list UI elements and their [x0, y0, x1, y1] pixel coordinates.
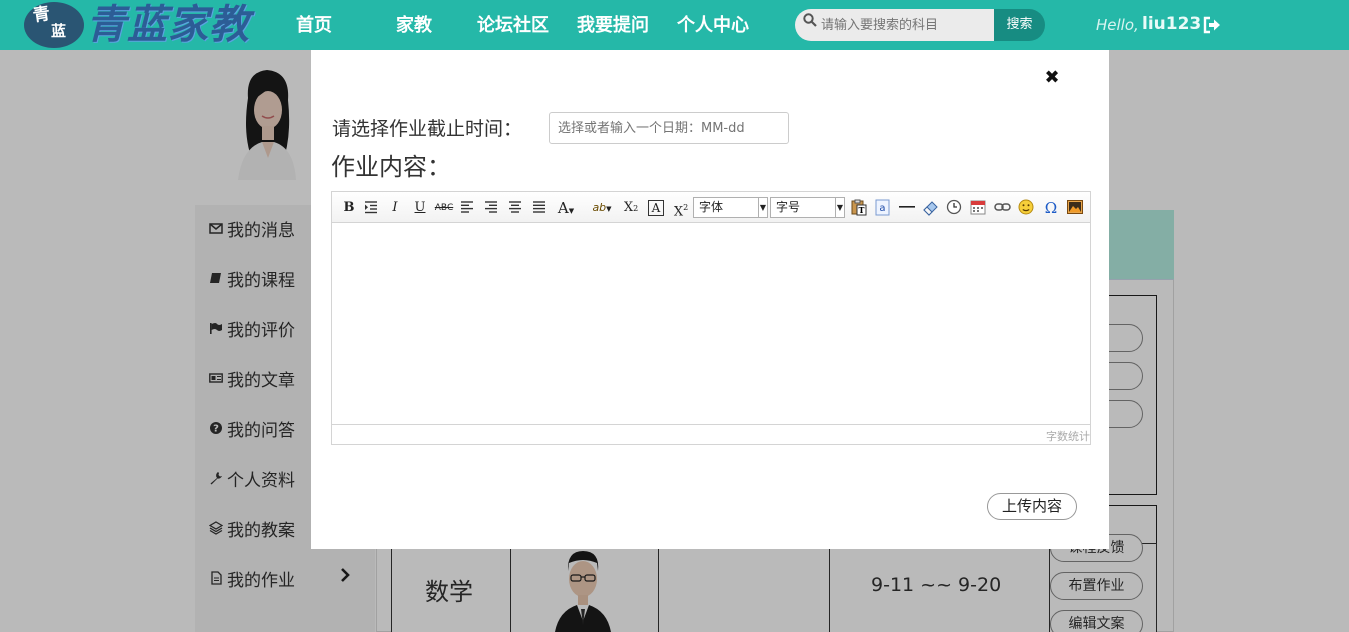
logout-icon[interactable] — [1203, 16, 1221, 34]
calendar-icon[interactable] — [970, 198, 986, 215]
paste-text-icon[interactable]: T — [851, 199, 867, 216]
nav-profile[interactable]: 个人中心 — [677, 14, 749, 38]
editor-toolbar: B I U ABC A▼ ab▼ X2 A X2 字体 ▼ 字号 ▼ T a Ω — [332, 192, 1090, 223]
svg-text:T: T — [859, 205, 865, 215]
search-box — [795, 9, 995, 41]
underline-icon[interactable]: U — [412, 198, 428, 218]
chevron-down-icon: ▼ — [758, 198, 767, 217]
deadline-date-input[interactable] — [549, 112, 789, 144]
font-color-icon[interactable]: A▼ — [554, 198, 578, 218]
search-icon — [803, 13, 817, 27]
align-right-icon[interactable] — [484, 201, 498, 213]
subscript-icon[interactable]: X2 — [622, 198, 640, 218]
select-all-icon[interactable]: a — [875, 199, 890, 216]
font-family-select[interactable]: 字体 ▼ — [693, 197, 768, 218]
username-link[interactable]: liu123 — [1142, 14, 1201, 34]
close-icon[interactable]: ✖ — [1042, 68, 1062, 88]
image-icon[interactable] — [1067, 200, 1083, 214]
nav-forum[interactable]: 论坛社区 — [477, 14, 549, 38]
logo-text: 青蓝家教 — [86, 1, 250, 48]
strikethrough-icon[interactable]: ABC — [434, 198, 454, 218]
align-center-icon[interactable] — [508, 201, 522, 213]
nav-ask[interactable]: 我要提问 — [577, 14, 649, 38]
italic-icon[interactable]: I — [388, 198, 402, 218]
indent-icon[interactable] — [364, 201, 378, 214]
search-input[interactable] — [821, 14, 991, 36]
emoji-icon[interactable] — [1018, 199, 1034, 215]
highlight-color-icon[interactable]: ab▼ — [588, 198, 616, 218]
content-label: 作业内容： — [331, 153, 451, 181]
link-icon[interactable] — [994, 202, 1011, 212]
clock-icon[interactable] — [946, 199, 962, 215]
editor-footer: 字数统计 — [332, 424, 1090, 444]
editor-content-area[interactable] — [332, 223, 1090, 424]
rich-text-editor: B I U ABC A▼ ab▼ X2 A X2 字体 ▼ 字号 ▼ T a Ω 字… — [331, 191, 1091, 445]
nav-tutor[interactable]: 家教 — [396, 14, 432, 38]
logo-seal: 青蓝 — [24, 2, 84, 48]
special-char-icon[interactable]: Ω — [1042, 198, 1060, 218]
font-border-icon[interactable]: A — [648, 200, 664, 216]
search-button[interactable]: 搜索 — [994, 9, 1045, 41]
svg-text:a: a — [879, 203, 885, 214]
align-justify-icon[interactable] — [532, 201, 546, 213]
word-count-label: 字数统计 — [1046, 430, 1090, 443]
font-size-select[interactable]: 字号 ▼ — [770, 197, 845, 218]
site-logo[interactable]: 青蓝 青蓝家教 — [22, 2, 252, 48]
greeting-text: Hello, — [1096, 16, 1139, 34]
chevron-down-icon: ▼ — [835, 198, 844, 217]
superscript-icon[interactable]: X2 — [672, 198, 690, 219]
eraser-icon[interactable] — [922, 199, 939, 216]
top-header: 青蓝 青蓝家教 首页 家教 论坛社区 我要提问 个人中心 搜索 Hello, l… — [0, 0, 1349, 50]
horizontal-rule-icon[interactable] — [899, 206, 915, 209]
nav-home[interactable]: 首页 — [296, 14, 332, 38]
upload-content-button[interactable]: 上传内容 — [987, 493, 1077, 520]
align-left-icon[interactable] — [460, 201, 474, 213]
bold-icon[interactable]: B — [340, 198, 358, 218]
deadline-label: 请选择作业截止时间： — [332, 118, 523, 140]
